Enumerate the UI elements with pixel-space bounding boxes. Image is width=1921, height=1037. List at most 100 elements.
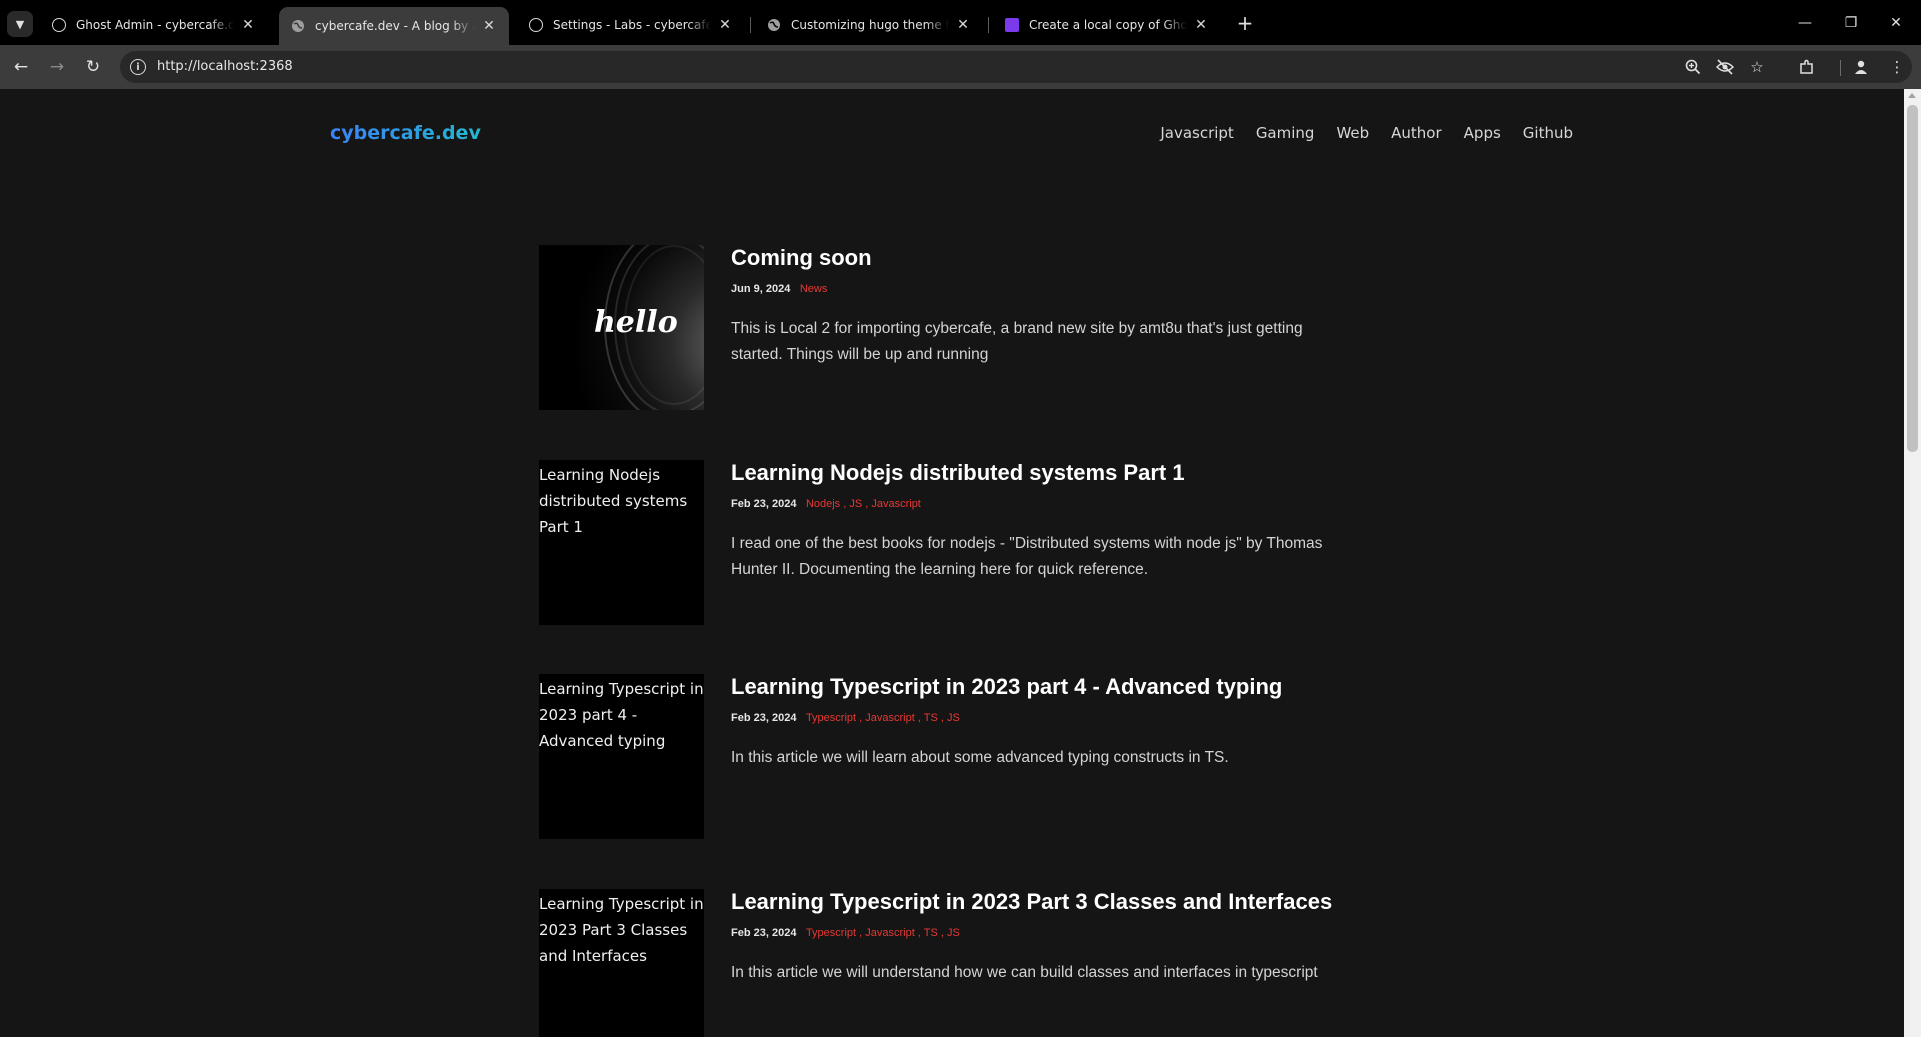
post-excerpt: In this article we will understand how w… bbox=[731, 964, 1318, 981]
post-date: Jun 9, 2024 bbox=[731, 283, 791, 295]
toolbar-separator bbox=[1840, 60, 1841, 76]
extensions-button[interactable] bbox=[1793, 53, 1821, 81]
nav-link-gaming[interactable]: Gaming bbox=[1256, 124, 1315, 142]
puzzle-icon bbox=[1800, 59, 1813, 74]
post-meta: Feb 23, 2024 Typescript , Javascript , T… bbox=[731, 711, 960, 724]
tab-title: Ghost Admin - cybercafe.dev bbox=[76, 17, 234, 32]
back-button[interactable]: ← bbox=[7, 53, 35, 81]
post-thumbnail[interactable]: Learning Typescript in 2023 part 4 - Adv… bbox=[539, 674, 704, 839]
post-meta: Jun 9, 2024 News bbox=[731, 282, 827, 295]
forward-button[interactable]: → bbox=[43, 53, 71, 81]
close-icon[interactable]: ✕ bbox=[481, 18, 497, 34]
restore-icon: ❐ bbox=[1844, 15, 1858, 31]
globe-icon bbox=[767, 18, 781, 32]
post-tags[interactable]: Nodejs , JS , Javascript bbox=[806, 498, 921, 510]
chevron-down-icon: ▼ bbox=[15, 17, 25, 31]
post-card: Learning Typescript in 2023 Part 3 Class… bbox=[539, 889, 1359, 1037]
post-tags[interactable]: Typescript , Javascript , TS , JS bbox=[806, 712, 960, 724]
browser-toolbar: ← → ↻ i http://localhost:2368 ☆ ⋮ bbox=[0, 45, 1921, 89]
reload-icon: ↻ bbox=[85, 57, 101, 77]
post-date: Feb 23, 2024 bbox=[731, 927, 797, 939]
post-date: Feb 23, 2024 bbox=[731, 712, 797, 724]
star-icon: ☆ bbox=[1750, 58, 1764, 76]
close-icon[interactable]: ✕ bbox=[955, 17, 971, 33]
post-excerpt: In this article we will learn about some… bbox=[731, 749, 1229, 766]
purple-square-icon bbox=[1005, 17, 1019, 32]
reload-button[interactable]: ↻ bbox=[79, 53, 107, 81]
nav-link-author[interactable]: Author bbox=[1391, 124, 1442, 142]
plus-icon: + bbox=[1236, 11, 1254, 35]
close-icon[interactable]: ✕ bbox=[717, 17, 733, 33]
post-thumbnail[interactable]: hello bbox=[539, 245, 704, 410]
arrow-right-icon: → bbox=[49, 57, 65, 77]
tab-title: Customizing hugo theme for my blog bbox=[791, 17, 949, 32]
post-card: Learning Typescript in 2023 part 4 - Adv… bbox=[539, 674, 1359, 839]
close-icon[interactable]: ✕ bbox=[1193, 17, 1209, 33]
post-date: Feb 23, 2024 bbox=[731, 498, 797, 510]
info-icon[interactable]: i bbox=[130, 59, 146, 75]
scroll-up-arrow-icon[interactable] bbox=[1908, 93, 1916, 98]
arrow-left-icon: ← bbox=[13, 57, 29, 77]
nav-link-apps[interactable]: Apps bbox=[1464, 124, 1501, 142]
post-excerpt: This is Local 2 for importing cybercafe,… bbox=[731, 320, 1303, 363]
profile-icon bbox=[1855, 60, 1867, 74]
globe-outline-icon bbox=[529, 17, 543, 32]
post-card: Learning Nodejs distributed systems Part… bbox=[539, 460, 1359, 625]
minimize-icon: — bbox=[1798, 15, 1812, 31]
globe-outline-icon bbox=[52, 17, 66, 32]
post-excerpt: I read one of the best books for nodejs … bbox=[731, 535, 1323, 578]
post-title[interactable]: Learning Typescript in 2023 Part 3 Class… bbox=[731, 889, 1332, 915]
tab-separator bbox=[750, 17, 751, 33]
tab-title: Settings - Labs - cybercafe.dev bbox=[553, 17, 711, 32]
nav-link-web[interactable]: Web bbox=[1336, 124, 1369, 142]
tracking-protection-button[interactable] bbox=[1711, 53, 1739, 81]
tab-title: cybercafe.dev - A blog by amt8u bbox=[315, 19, 475, 33]
post-tags[interactable]: Typescript , Javascript , TS , JS bbox=[806, 927, 960, 939]
minimize-button[interactable]: — bbox=[1782, 8, 1828, 38]
tab-strip: ▼ Ghost Admin - cybercafe.dev ✕ cybercaf… bbox=[0, 0, 1921, 45]
site-logo[interactable]: cybercafe.dev bbox=[330, 122, 481, 144]
url-text[interactable]: http://localhost:2368 bbox=[157, 59, 293, 74]
tab-ghost-admin[interactable]: Ghost Admin - cybercafe.dev ✕ bbox=[40, 8, 268, 41]
close-window-button[interactable]: ✕ bbox=[1873, 8, 1919, 38]
zoom-icon bbox=[1685, 59, 1701, 75]
post-card: hello Coming soon Jun 9, 2024 News This … bbox=[539, 245, 1359, 410]
restore-button[interactable]: ❐ bbox=[1828, 8, 1874, 38]
bookmark-button[interactable]: ☆ bbox=[1743, 53, 1771, 81]
tab-settings-labs[interactable]: Settings - Labs - cybercafe.dev ✕ bbox=[517, 8, 745, 41]
menu-button[interactable]: ⋮ bbox=[1883, 53, 1911, 81]
scrollbar-thumb[interactable] bbox=[1907, 105, 1918, 452]
tab-hugo-theme[interactable]: Customizing hugo theme for my blog ✕ bbox=[755, 8, 983, 41]
zoom-button[interactable] bbox=[1679, 53, 1707, 81]
post-title[interactable]: Learning Typescript in 2023 part 4 - Adv… bbox=[731, 674, 1282, 700]
profile-button[interactable] bbox=[1847, 53, 1875, 81]
page-scrollbar[interactable] bbox=[1904, 89, 1921, 1037]
post-title[interactable]: Coming soon bbox=[731, 245, 872, 271]
post-meta: Feb 23, 2024 Nodejs , JS , Javascript bbox=[731, 497, 921, 510]
new-tab-button[interactable]: + bbox=[1232, 10, 1258, 36]
broken-image-alt: Learning Typescript in 2023 part 4 - Adv… bbox=[539, 680, 704, 750]
globe-icon bbox=[291, 19, 305, 33]
site-nav: Javascript Gaming Web Author Apps Github bbox=[1160, 124, 1573, 142]
more-vertical-icon: ⋮ bbox=[1889, 58, 1905, 76]
broken-image-alt: Learning Typescript in 2023 Part 3 Class… bbox=[539, 895, 704, 965]
thumbnail-text: hello bbox=[594, 305, 678, 340]
post-thumbnail[interactable]: Learning Nodejs distributed systems Part… bbox=[539, 460, 704, 625]
broken-image-alt: Learning Nodejs distributed systems Part… bbox=[539, 466, 688, 536]
tab-separator bbox=[988, 17, 989, 33]
tab-cybercafe-blog[interactable]: cybercafe.dev - A blog by amt8u ✕ bbox=[279, 7, 509, 45]
post-title[interactable]: Learning Nodejs distributed systems Part… bbox=[731, 460, 1185, 486]
tab-ghost-local-copy[interactable]: Create a local copy of Ghost JS ✕ bbox=[993, 8, 1221, 41]
nav-link-github[interactable]: Github bbox=[1523, 124, 1573, 142]
close-icon: ✕ bbox=[1890, 15, 1902, 31]
post-thumbnail[interactable]: Learning Typescript in 2023 Part 3 Class… bbox=[539, 889, 704, 1037]
tab-title: Create a local copy of Ghost JS bbox=[1029, 17, 1187, 32]
address-bar[interactable]: i http://localhost:2368 bbox=[120, 51, 1912, 83]
eye-off-icon bbox=[1716, 59, 1734, 75]
post-meta: Feb 23, 2024 Typescript , Javascript , T… bbox=[731, 926, 960, 939]
nav-link-javascript[interactable]: Javascript bbox=[1160, 124, 1233, 142]
page-viewport: cybercafe.dev Javascript Gaming Web Auth… bbox=[0, 89, 1904, 1037]
post-tags[interactable]: News bbox=[800, 283, 828, 295]
tab-search-button[interactable]: ▼ bbox=[7, 11, 33, 37]
close-icon[interactable]: ✕ bbox=[240, 17, 256, 33]
